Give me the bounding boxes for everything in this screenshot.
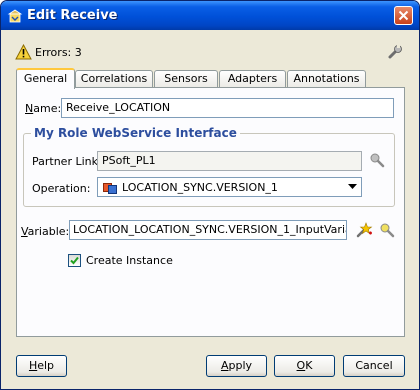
group-title: My Role WebService Interface [31, 126, 240, 140]
tab-adapters[interactable]: Adapters [219, 70, 286, 87]
partner-link-label: Partner Link: [32, 155, 102, 168]
cancel-button[interactable]: Cancel [343, 355, 405, 377]
operation-value: LOCATION_SYNC.VERSION_1 [122, 181, 278, 194]
create-variable-icon[interactable] [355, 221, 373, 239]
close-button[interactable] [394, 6, 413, 25]
warning-icon [15, 44, 32, 60]
name-field[interactable]: Receive_LOCATION [61, 98, 394, 118]
ok-button[interactable]: OK [274, 355, 335, 377]
variable-field[interactable]: LOCATION_LOCATION_SYNC.VERSION_1_InputVa… [69, 220, 347, 240]
operation-icon [103, 183, 117, 194]
create-instance-label: Create Instance [86, 254, 173, 267]
wrench-icon[interactable] [387, 44, 403, 60]
tab-sensors[interactable]: Sensors [154, 70, 218, 87]
operation-select[interactable]: LOCATION_SYNC.VERSION_1 [97, 177, 362, 197]
receive-activity-icon [7, 9, 23, 23]
edit-receive-dialog: Edit Receive Errors: 3 General Correlati… [0, 0, 420, 390]
browse-partner-link-icon[interactable] [369, 152, 385, 168]
partner-link-field: PSoft_PL1 [97, 151, 362, 171]
operation-label: Operation: [32, 182, 91, 195]
general-panel [16, 87, 405, 337]
window-title: Edit Receive [27, 8, 118, 23]
name-label: Name: [25, 102, 62, 115]
help-button[interactable]: Help [16, 355, 67, 377]
tab-correlations[interactable]: Correlations [75, 70, 153, 87]
errors-count: Errors: 3 [35, 46, 82, 59]
create-instance-checkbox[interactable] [68, 254, 81, 267]
browse-variable-icon[interactable] [379, 222, 395, 238]
title-bar[interactable]: Edit Receive [1, 1, 419, 30]
apply-button[interactable]: Apply [206, 355, 267, 377]
variable-label: Variable: [21, 225, 70, 238]
chevron-down-icon[interactable] [348, 184, 357, 190]
close-icon [398, 10, 409, 21]
checkmark-icon [70, 256, 79, 265]
tab-annotations[interactable]: Annotations [287, 70, 366, 87]
tab-general[interactable]: General [16, 68, 75, 89]
